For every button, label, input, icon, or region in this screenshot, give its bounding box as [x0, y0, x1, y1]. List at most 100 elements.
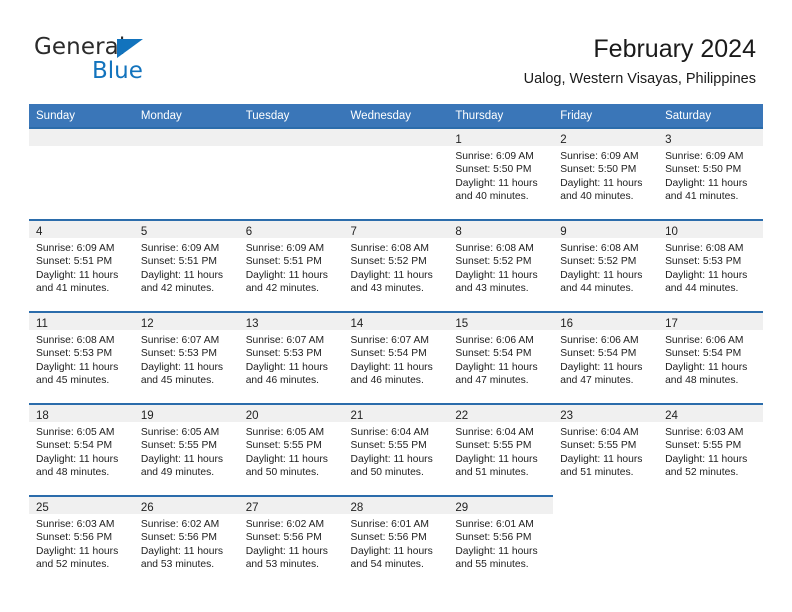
- day-sun-info: Sunrise: 6:08 AM Sunset: 5:53 PM Daylight:…: [29, 330, 134, 388]
- calendar-day-cell: [133, 127, 239, 220]
- daylight-text-line1: Daylight: 11 hours: [665, 177, 748, 189]
- sunrise-text: Sunrise: 6:03 AM: [36, 519, 115, 530]
- calendar-day-cell[interactable]: 9 Sunrise: 6:08 AM Sunset: 5:52 PM Daylight…: [553, 219, 659, 312]
- calendar-day-cell[interactable]: 21 Sunrise: 6:04 AM Sunset: 5:55 PM Dayligh…: [343, 403, 449, 496]
- sunrise-text: Sunrise: 6:02 AM: [140, 519, 220, 530]
- calendar-day-cell[interactable]: 5 Sunrise: 6:09 AM Sunset: 5:51 PM Daylight…: [133, 219, 239, 312]
- day-sun-info: Sunrise: 6:09 AM Sunset: 5:51 PM Daylight:…: [239, 238, 344, 296]
- calendar-day-cell[interactable]: 11 Sunrise: 6:08 AM Sunset: 5:53 PM Dayligh…: [29, 311, 134, 404]
- day-sun-info: Sunrise: 6:08 AM Sunset: 5:52 PM Daylight:…: [448, 238, 553, 296]
- day-sun-info: Sunrise: 6:06 AM Sunset: 5:54 PM Daylight:…: [658, 330, 763, 388]
- calendar-day-cell[interactable]: 22 Sunrise: 6:04 AM Sunset: 5:55 PM Dayligh…: [448, 403, 554, 496]
- day-number-band: 13: [238, 313, 344, 330]
- sunset-text: Sunset: 5:56 PM: [455, 532, 532, 544]
- day-number: 14: [350, 318, 364, 330]
- calendar-day-cell[interactable]: 19 Sunrise: 6:05 AM Sunset: 5:55 PM Dayligh…: [133, 403, 239, 496]
- calendar-day-cell[interactable]: 16 Sunrise: 6:06 AM Sunset: 5:54 PM Dayligh…: [553, 311, 659, 404]
- daylight-text-line2: and 48 minutes.: [665, 375, 739, 387]
- sunrise-text: Sunrise: 6:07 AM: [350, 335, 429, 346]
- sunrise-text: Sunrise: 6:06 AM: [455, 335, 534, 346]
- day-sun-info: Sunrise: 6:05 AM Sunset: 5:55 PM Daylight:…: [134, 422, 239, 480]
- daylight-text-line1: Daylight: 11 hours: [455, 361, 538, 373]
- day-number-band: 4: [29, 221, 134, 238]
- sunrise-text: Sunrise: 6:04 AM: [455, 427, 534, 438]
- day-sun-info: Sunrise: 6:06 AM Sunset: 5:54 PM Daylight:…: [448, 330, 553, 388]
- sunset-text: Sunset: 5:56 PM: [36, 532, 113, 544]
- day-number-band: 16: [553, 313, 659, 330]
- calendar-day-cell[interactable]: 8 Sunrise: 6:08 AM Sunset: 5:52 PM Daylight…: [448, 219, 554, 312]
- calendar-day-cell[interactable]: 27 Sunrise: 6:02 AM Sunset: 5:56 PM Dayligh…: [238, 495, 344, 587]
- calendar-day-cell[interactable]: 2 Sunrise: 6:09 AM Sunset: 5:50 PM Daylight…: [553, 127, 659, 220]
- daylight-text-line2: and 46 minutes.: [245, 375, 319, 387]
- weekday-header-sunday: Sunday: [29, 104, 134, 128]
- day-number: 29: [455, 502, 469, 514]
- daylight-text-line1: Daylight: 11 hours: [665, 361, 748, 373]
- daylight-text-line2: and 43 minutes.: [350, 283, 424, 295]
- day-sun-info: Sunrise: 6:08 AM Sunset: 5:53 PM Daylight:…: [658, 238, 763, 296]
- daylight-text-line2: and 42 minutes.: [245, 283, 319, 295]
- calendar-week-row: 1 Sunrise: 6:09 AM Sunset: 5:50 PM Daylight…: [29, 127, 763, 220]
- daylight-text-line1: Daylight: 11 hours: [560, 361, 643, 373]
- calendar-day-cell[interactable]: 12 Sunrise: 6:07 AM Sunset: 5:53 PM Dayligh…: [133, 311, 239, 404]
- sunset-text: Sunset: 5:52 PM: [350, 256, 427, 268]
- day-number: 27: [245, 502, 259, 514]
- calendar-day-cell[interactable]: 18 Sunrise: 6:05 AM Sunset: 5:54 PM Dayligh…: [29, 403, 134, 496]
- daylight-text-line1: Daylight: 11 hours: [560, 177, 643, 189]
- calendar-day-cell[interactable]: 17 Sunrise: 6:06 AM Sunset: 5:54 PM Dayligh…: [658, 311, 763, 404]
- day-sun-info: Sunrise: 6:02 AM Sunset: 5:56 PM Daylight:…: [239, 514, 344, 572]
- calendar-week-row: 11 Sunrise: 6:08 AM Sunset: 5:53 PM Dayligh…: [29, 311, 763, 404]
- calendar-day-cell[interactable]: 25 Sunrise: 6:03 AM Sunset: 5:56 PM Dayligh…: [29, 495, 134, 587]
- day-number: 23: [560, 410, 574, 422]
- daylight-text-line2: and 41 minutes.: [665, 191, 739, 203]
- calendar-day-cell[interactable]: 3 Sunrise: 6:09 AM Sunset: 5:50 PM Daylight…: [658, 127, 763, 220]
- logo-text-blue: Blue: [92, 58, 143, 84]
- day-number: 6: [245, 226, 253, 238]
- daylight-text-line2: and 44 minutes.: [560, 283, 634, 295]
- day-number: 16: [560, 318, 574, 330]
- sunset-text: Sunset: 5:53 PM: [665, 256, 742, 268]
- daylight-text-line2: and 49 minutes.: [140, 467, 215, 479]
- calendar-day-cell[interactable]: 29 Sunrise: 6:01 AM Sunset: 5:56 PM Dayligh…: [448, 495, 554, 587]
- calendar-day-cell: [29, 127, 134, 220]
- sunrise-text: Sunrise: 6:09 AM: [140, 243, 220, 254]
- daylight-text-line2: and 45 minutes.: [36, 375, 110, 387]
- day-number-band: 11: [29, 313, 134, 330]
- general-blue-logo[interactable]: General Blue: [34, 34, 234, 86]
- calendar-day-cell[interactable]: 4 Sunrise: 6:09 AM Sunset: 5:51 PM Daylight…: [29, 219, 134, 312]
- calendar-day-cell[interactable]: 13 Sunrise: 6:07 AM Sunset: 5:53 PM Dayligh…: [238, 311, 344, 404]
- calendar-day-cell[interactable]: 10 Sunrise: 6:08 AM Sunset: 5:53 PM Dayligh…: [658, 219, 763, 312]
- sunset-text: Sunset: 5:52 PM: [455, 256, 532, 268]
- calendar-day-cell[interactable]: 23 Sunrise: 6:04 AM Sunset: 5:55 PM Dayligh…: [553, 403, 659, 496]
- day-number: 13: [245, 318, 259, 330]
- weekday-header-tuesday: Tuesday: [238, 104, 344, 128]
- day-number: 3: [665, 134, 672, 146]
- daylight-text-line2: and 53 minutes.: [140, 559, 215, 571]
- calendar-week-row: 4 Sunrise: 6:09 AM Sunset: 5:51 PM Daylight…: [29, 219, 763, 312]
- calendar-week-row: 25 Sunrise: 6:03 AM Sunset: 5:56 PM Dayligh…: [29, 495, 763, 587]
- page-title: February 2024: [593, 35, 756, 63]
- sunrise-text: Sunrise: 6:02 AM: [245, 519, 325, 530]
- day-sun-info: Sunrise: 6:06 AM Sunset: 5:54 PM Daylight:…: [553, 330, 658, 388]
- daylight-text-line2: and 42 minutes.: [140, 283, 215, 295]
- daylight-text-line2: and 51 minutes.: [455, 467, 529, 479]
- sunrise-text: Sunrise: 6:06 AM: [560, 335, 639, 346]
- calendar-day-cell[interactable]: 20 Sunrise: 6:05 AM Sunset: 5:55 PM Dayligh…: [238, 403, 344, 496]
- sunrise-text: Sunrise: 6:08 AM: [665, 243, 744, 254]
- calendar-day-cell[interactable]: 24 Sunrise: 6:03 AM Sunset: 5:55 PM Dayligh…: [658, 403, 763, 496]
- calendar-day-cell[interactable]: 7 Sunrise: 6:08 AM Sunset: 5:52 PM Daylight…: [343, 219, 449, 312]
- calendar-day-cell[interactable]: 28 Sunrise: 6:01 AM Sunset: 5:56 PM Dayligh…: [343, 495, 449, 587]
- sunset-text: Sunset: 5:55 PM: [665, 440, 742, 452]
- daylight-text-line1: Daylight: 11 hours: [455, 545, 538, 557]
- sunset-text: Sunset: 5:51 PM: [140, 256, 217, 268]
- daylight-text-line2: and 40 minutes.: [455, 191, 529, 203]
- day-sun-info: Sunrise: 6:09 AM Sunset: 5:51 PM Daylight:…: [134, 238, 239, 296]
- calendar-day-cell[interactable]: 26 Sunrise: 6:02 AM Sunset: 5:56 PM Dayligh…: [133, 495, 239, 587]
- calendar-day-cell[interactable]: 14 Sunrise: 6:07 AM Sunset: 5:54 PM Dayligh…: [343, 311, 449, 404]
- day-number-band: 25: [29, 497, 134, 514]
- calendar-day-cell[interactable]: 6 Sunrise: 6:09 AM Sunset: 5:51 PM Daylight…: [238, 219, 344, 312]
- daylight-text-line2: and 55 minutes.: [455, 559, 529, 571]
- calendar-day-cell[interactable]: 15 Sunrise: 6:06 AM Sunset: 5:54 PM Dayligh…: [448, 311, 554, 404]
- daylight-text-line2: and 46 minutes.: [350, 375, 424, 387]
- title-block: February 2024 Ualog, Western Visayas, Ph…: [524, 34, 756, 88]
- calendar-day-cell[interactable]: 1 Sunrise: 6:09 AM Sunset: 5:50 PM Daylight…: [448, 127, 554, 220]
